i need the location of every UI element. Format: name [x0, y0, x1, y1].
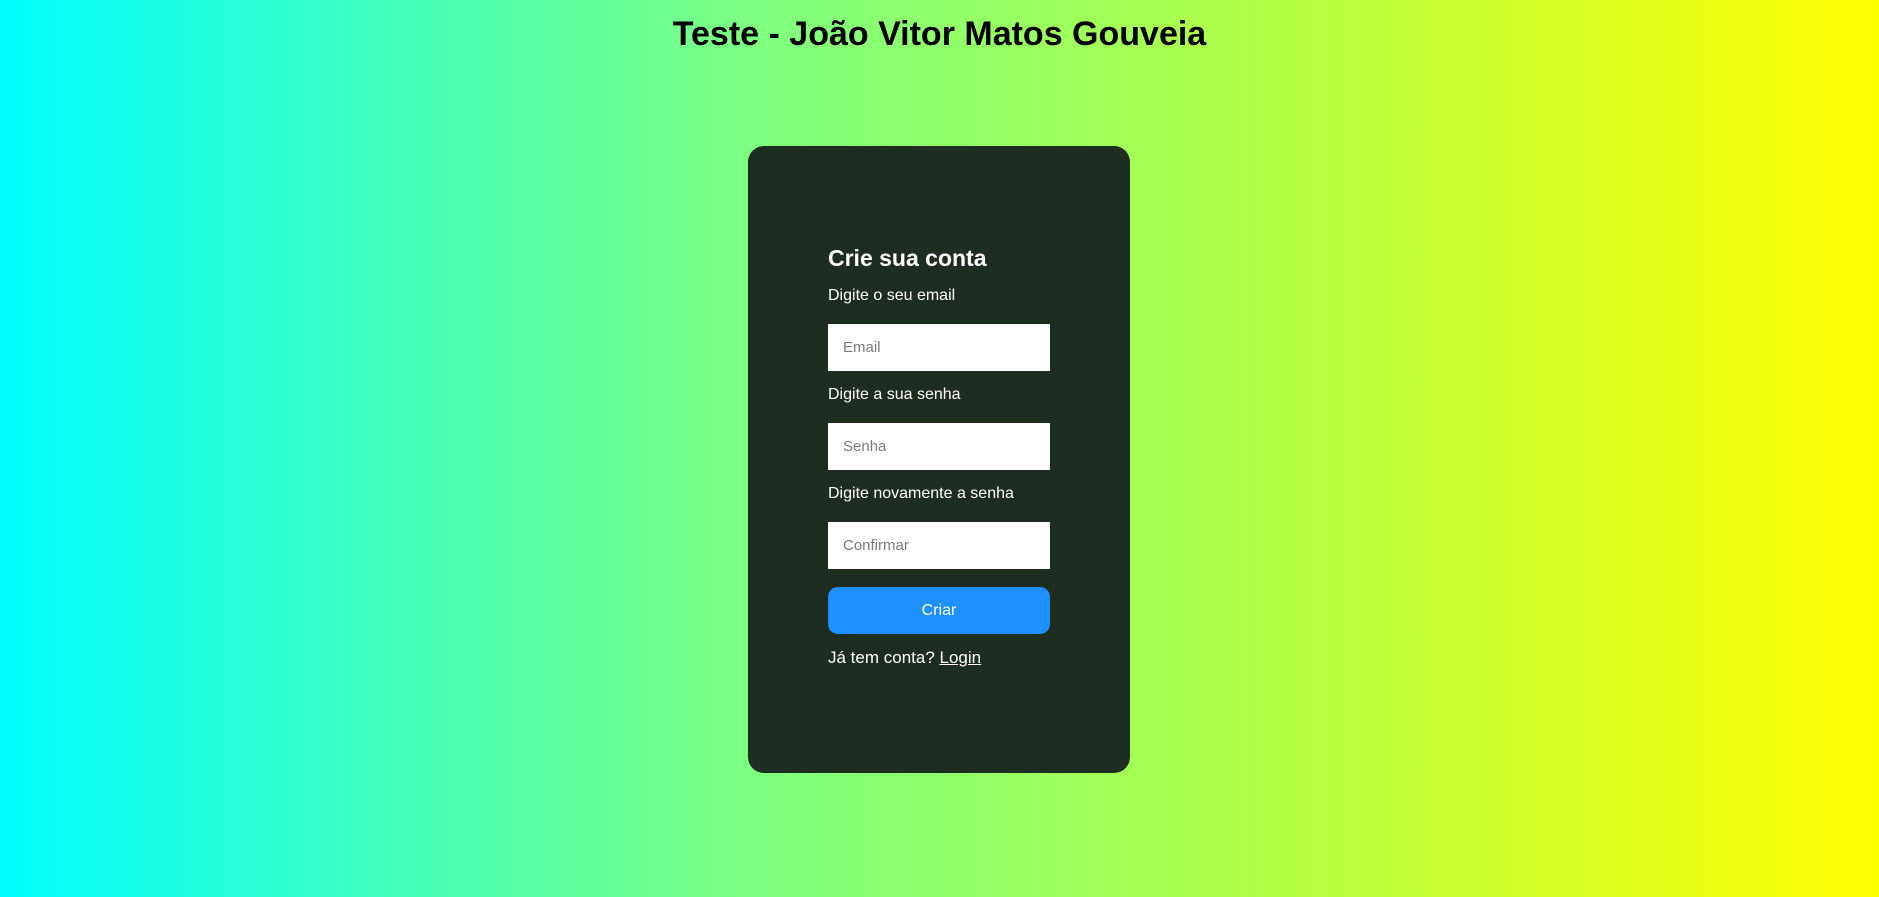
email-input[interactable]: [828, 324, 1050, 371]
signup-form: Crie sua conta Digite o seu email Digite…: [828, 244, 1050, 668]
form-heading: Crie sua conta: [828, 245, 987, 271]
password-input[interactable]: [828, 423, 1050, 470]
signup-card: Crie sua conta Digite o seu email Digite…: [748, 146, 1130, 773]
confirm-password-label: Digite novamente a senha: [828, 485, 1014, 502]
confirm-password-input[interactable]: [828, 522, 1050, 569]
login-link[interactable]: Login: [940, 648, 982, 667]
page-title: Teste - João Vitor Matos Gouveia: [672, 15, 1207, 53]
login-prompt: Já tem conta? Login: [828, 648, 1050, 668]
login-prompt-text: Já tem conta?: [828, 648, 935, 667]
create-account-button[interactable]: Criar: [828, 587, 1050, 634]
password-label: Digite a sua senha: [828, 386, 961, 403]
email-label: Digite o seu email: [828, 287, 956, 304]
